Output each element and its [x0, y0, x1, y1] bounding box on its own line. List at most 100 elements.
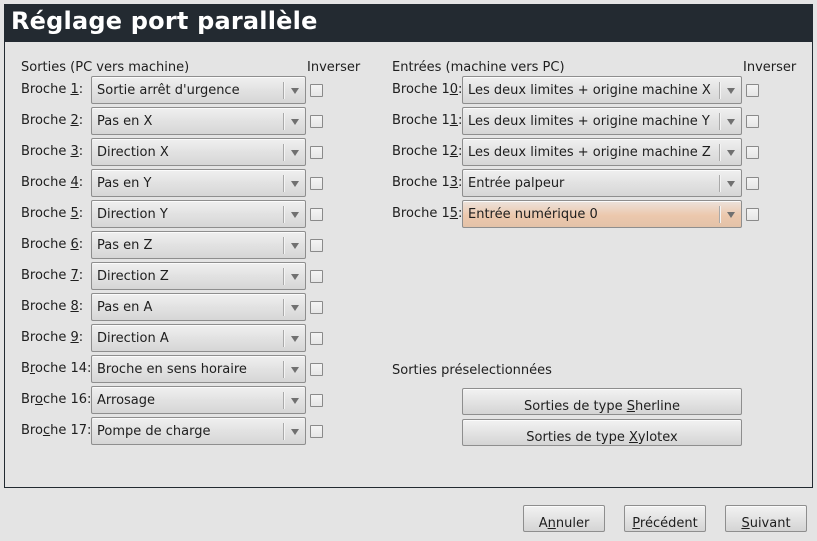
- pin-label-accel: 8: [70, 299, 79, 314]
- pin-function-dropdown[interactable]: Sortie arrêt d'urgence: [91, 76, 306, 104]
- pin-function-dropdown[interactable]: Direction A: [91, 324, 306, 352]
- pin-function-dropdown[interactable]: Pas en X: [91, 107, 306, 135]
- pin-label: Broche 11:: [392, 113, 462, 128]
- pin-function-dropdown[interactable]: Entrée palpeur: [462, 169, 742, 197]
- dropdown-separator: [719, 82, 720, 99]
- invert-checkbox[interactable]: [310, 425, 323, 438]
- pin-label-accel: 1: [449, 113, 459, 128]
- pin-label-accel: 3: [449, 175, 459, 190]
- chevron-down-icon: [291, 398, 299, 404]
- invert-checkbox[interactable]: [310, 394, 323, 407]
- invert-checkbox[interactable]: [310, 146, 323, 159]
- preset-sherline-button[interactable]: Sorties de type Sherline: [462, 388, 742, 415]
- invert-checkbox[interactable]: [746, 115, 759, 128]
- pin-label-text: :: [78, 206, 84, 221]
- pin-label-text: :: [78, 175, 84, 190]
- pin-label: Broche 17:: [21, 423, 91, 438]
- chevron-down-icon: [291, 88, 299, 94]
- chevron-down-icon: [727, 150, 735, 156]
- pin-label-text: oche 14:: [34, 361, 92, 376]
- button-label: ylotex: [637, 430, 678, 445]
- pin-label-text: Broche: [21, 113, 71, 128]
- pin-function-dropdown[interactable]: Entrée numérique 0: [462, 200, 742, 228]
- chevron-down-icon: [727, 88, 735, 94]
- dropdown-value: Broche en sens horaire: [97, 362, 247, 377]
- pin-function-dropdown[interactable]: Pompe de charge: [91, 417, 306, 445]
- invert-checkbox[interactable]: [310, 301, 323, 314]
- invert-checkbox[interactable]: [746, 84, 759, 97]
- pin-label-accel: 3: [70, 144, 79, 159]
- chevron-down-icon: [291, 274, 299, 280]
- pin-label-text: Broche: [21, 330, 71, 345]
- pin-label-text: Broche 1: [392, 206, 450, 221]
- pin-label-accel: 2: [449, 144, 459, 159]
- invert-checkbox[interactable]: [746, 177, 759, 190]
- next-button[interactable]: Suivant: [725, 505, 807, 532]
- invert-checkbox[interactable]: [310, 84, 323, 97]
- pin-label-text: Broche 1: [392, 82, 450, 97]
- pin-label-accel: 2: [70, 113, 79, 128]
- pin-label-text: Broche: [21, 144, 71, 159]
- pin-label: Broche 8:: [21, 299, 83, 314]
- pin-label-text: Broche: [21, 237, 71, 252]
- pin-function-dropdown[interactable]: Direction Y: [91, 200, 306, 228]
- pin-function-dropdown[interactable]: Arrosage: [91, 386, 306, 414]
- button-accel: n: [547, 516, 556, 531]
- chevron-down-icon: [291, 305, 299, 311]
- pin-label-text: :: [78, 82, 84, 97]
- invert-checkbox[interactable]: [310, 239, 323, 252]
- pin-function-dropdown[interactable]: Pas en Z: [91, 231, 306, 259]
- pin-function-dropdown[interactable]: Les deux limites + origine machine Z: [462, 138, 742, 166]
- dropdown-separator: [283, 299, 284, 316]
- chevron-down-icon: [291, 212, 299, 218]
- invert-checkbox[interactable]: [310, 270, 323, 283]
- outputs-header: Sorties (PC vers machine): [21, 60, 190, 75]
- pin-function-dropdown[interactable]: Direction X: [91, 138, 306, 166]
- invert-checkbox[interactable]: [310, 177, 323, 190]
- dropdown-separator: [283, 330, 284, 347]
- pin-function-dropdown[interactable]: Les deux limites + origine machine Y: [462, 107, 742, 135]
- pin-label-text: Broche 1: [392, 113, 450, 128]
- chevron-down-icon: [291, 243, 299, 249]
- pin-function-dropdown[interactable]: Broche en sens horaire: [91, 355, 306, 383]
- dropdown-separator: [283, 82, 284, 99]
- button-label: Sorties de type: [526, 430, 629, 445]
- invert-checkbox[interactable]: [310, 363, 323, 376]
- pin-function-dropdown[interactable]: Pas en A: [91, 293, 306, 321]
- dropdown-separator: [283, 175, 284, 192]
- pin-function-dropdown[interactable]: Direction Z: [91, 262, 306, 290]
- button-accel: S: [741, 516, 750, 531]
- pin-label-text: Broche: [21, 206, 71, 221]
- invert-checkbox[interactable]: [310, 208, 323, 221]
- previous-button[interactable]: Précédent: [624, 505, 706, 532]
- pin-label-text: :: [78, 144, 84, 159]
- dropdown-value: Direction X: [97, 145, 169, 160]
- pin-label-accel: 5: [449, 206, 459, 221]
- page-title: Réglage port parallèle: [11, 7, 318, 35]
- pin-function-dropdown[interactable]: Les deux limites + origine machine X: [462, 76, 742, 104]
- dropdown-separator: [283, 144, 284, 161]
- button-accel: P: [632, 516, 640, 531]
- pin-label-text: he 17:: [50, 423, 92, 438]
- chevron-down-icon: [291, 336, 299, 342]
- dropdown-value: Entrée numérique 0: [468, 207, 598, 222]
- invert-checkbox[interactable]: [310, 115, 323, 128]
- pin-label-text: Broche: [21, 175, 71, 190]
- dropdown-separator: [283, 113, 284, 130]
- invert-checkbox[interactable]: [746, 208, 759, 221]
- cancel-button[interactable]: Annuler: [523, 505, 605, 532]
- preset-xylotex-button[interactable]: Sorties de type Xylotex: [462, 419, 742, 446]
- dropdown-value: Pas en Y: [97, 176, 152, 191]
- chevron-down-icon: [291, 150, 299, 156]
- pin-label-text: Broche 1: [392, 144, 450, 159]
- invert-checkbox[interactable]: [310, 332, 323, 345]
- button-label: A: [538, 516, 548, 531]
- presets-header: Sorties préselectionnées: [392, 363, 552, 378]
- pin-label: Broche 2:: [21, 113, 83, 128]
- pin-label-accel: 0: [449, 82, 459, 97]
- pin-label: Broche 6:: [21, 237, 83, 252]
- invert-checkbox[interactable]: [746, 146, 759, 159]
- button-accel: X: [628, 430, 638, 445]
- inputs-header: Entrées (machine vers PC): [392, 60, 565, 75]
- pin-function-dropdown[interactable]: Pas en Y: [91, 169, 306, 197]
